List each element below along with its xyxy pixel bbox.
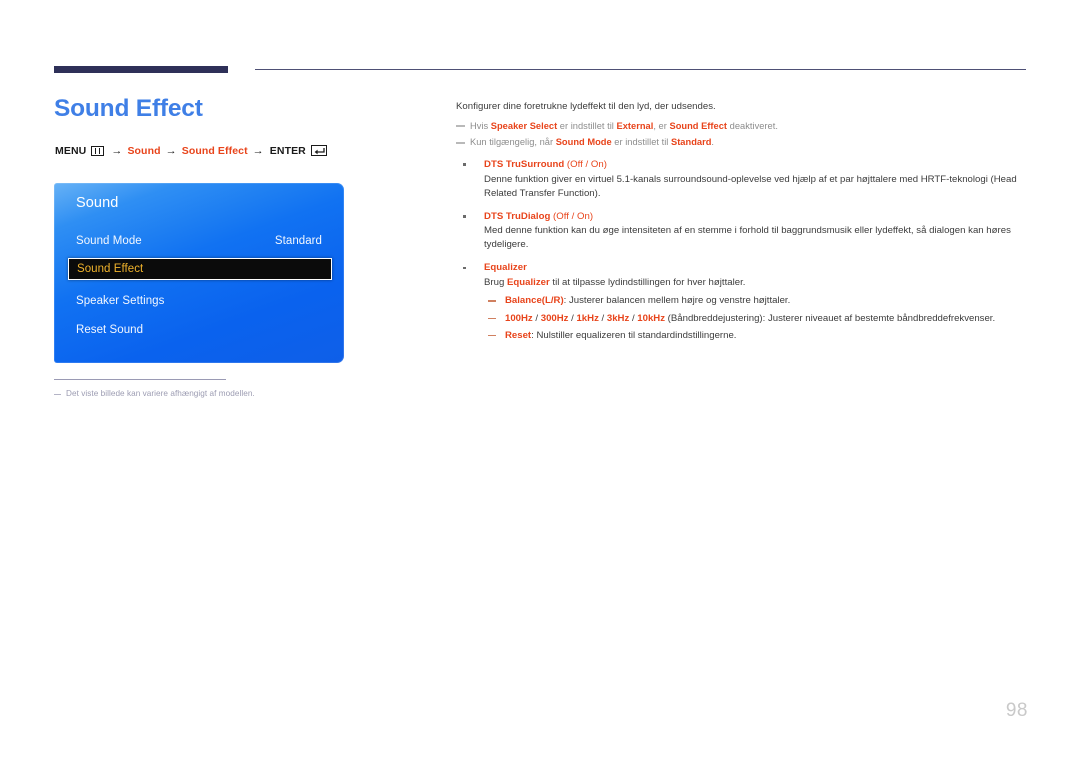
menu-path-step-sound: Sound [127,144,161,157]
left-footnote: Det viste billede kan variere afhængigt … [54,389,394,398]
note-text: Kun tilgængelig, når Sound Mode er indst… [470,136,714,149]
body-text-run: (Båndbreddejustering): Justerer niveauet… [665,312,996,324]
left-note-divider [54,379,226,380]
emphasis-term: Sound Effect [669,120,728,131]
emphasis-term: Speaker Select [490,120,558,131]
osd-item-reset-sound[interactable]: Reset Sound [76,319,322,341]
feature-description: Denne funktion giver en virtuel 5.1-kana… [484,173,1030,201]
note-dash-icon [456,125,465,128]
body-text-run: er indstillet til [557,120,617,131]
feature-name: Equalizer [484,262,527,274]
body-text-run: Hvis [470,120,491,131]
feature-name: DTS TruSurround [484,158,565,170]
body-text-run: Denne funktion giver en virtuel 5.1-kana… [484,173,1017,199]
header-rule-thin [255,69,1026,71]
osd-item-sound-effect[interactable]: Sound Effect [68,258,332,280]
right-column: Konfigurer dine foretrukne lydeffekt til… [456,100,1030,352]
osd-item-label: Sound Effect [77,263,144,275]
menu-path-menu-label: MENU [55,144,87,157]
body-text-run: / [598,312,607,324]
osd-menu-screenshot: Sound Sound Mode Standard Sound Effect S… [54,183,344,363]
osd-item-label: Reset Sound [76,324,144,336]
emphasis-term: 300Hz [540,312,569,324]
subitem-dash-icon [488,334,496,337]
feature-subitem: Reset: Nulstiller equalizeren til standa… [484,329,1030,343]
menu-grid-icon [91,145,105,156]
availability-note: Hvis Speaker Select er indstillet til Ex… [456,120,1030,133]
subitem-text: 100Hz / 300Hz / 1kHz / 3kHz / 10kHz (Bån… [505,313,995,324]
feature-subitem: Balance(L/R): Justerer balancen mellem h… [484,294,1030,308]
feature-options: (Off / On) [550,210,594,222]
emphasis-term: Standard [670,137,712,148]
emphasis-term: 10kHz [637,312,666,324]
osd-item-speaker-settings[interactable]: Speaker Settings [76,290,322,312]
body-text-run: . [711,137,715,148]
osd-item-label: Speaker Settings [76,295,165,307]
emphasis-term: Reset [505,329,532,341]
emphasis-term: 100Hz [505,312,533,324]
body-text-run: deaktiveret. [727,120,778,131]
body-text-run: er indstillet til [611,137,671,148]
bullet-dot-icon [463,163,466,166]
emphasis-term: 3kHz [606,312,630,324]
feature-options: (Off / On) [564,158,607,170]
body-text-run: Kun tilgængelig, når [470,137,556,148]
body-text-run: , er [653,120,670,131]
emphasis-term: Equalizer [506,277,550,289]
body-text-run: Brug [484,277,507,289]
emphasis-term: Sound Mode [555,137,612,148]
feature-dts-trudialog: DTS TruDialog (Off / On) Med denne funkti… [456,210,1030,253]
footnote-dash-icon [54,394,61,396]
emphasis-term: External [616,120,654,131]
header-rules [0,0,1080,73]
bullet-dot-icon [463,266,466,270]
emphasis-term: 1kHz [576,312,599,324]
feature-heading: DTS TruDialog (Off / On) [484,210,1030,224]
feature-subitem: 100Hz / 300Hz / 1kHz / 3kHz / 10kHz (Bån… [484,312,1030,326]
feature-description: Brug Equalizer til at tilpasse lydindsti… [484,276,1030,290]
feature-bullet-list: DTS TruSurround (Off / On) Denne funktion… [456,158,1030,343]
feature-subitem-list: Balance(L/R): Justerer balancen mellem h… [484,294,1030,343]
subitem-dash-icon [488,300,496,302]
feature-heading: Equalizer [484,261,1030,275]
subitem-dash-icon [488,317,496,319]
notes-list: Hvis Speaker Select er indstillet til Ex… [456,120,1030,150]
osd-item-label: Sound Mode [76,235,142,247]
feature-dts-trusurround: DTS TruSurround (Off / On) Denne funktion… [456,158,1030,201]
feature-heading: DTS TruSurround (Off / On) [484,158,1030,172]
osd-menu-title: Sound [76,195,119,211]
body-text-run: Med denne funktion kan du øge intensitet… [484,225,1011,251]
bullet-dot-icon [463,215,466,218]
subitem-text: Balance(L/R): Justerer balancen mellem h… [505,295,790,306]
body-text-run: : Nulstiller equalizeren til standardind… [531,329,737,341]
feature-name: DTS TruDialog [484,210,551,222]
enter-return-icon [310,145,327,157]
menu-path-breadcrumb: MENU → Sound → Sound Effect → ENTER [54,145,434,157]
menu-path-arrow-1: → [111,144,123,157]
menu-path-arrow-2: → [165,144,177,157]
emphasis-term: Balance(L/R) [505,295,564,307]
menu-path-arrow-3: → [252,144,264,157]
page-number: 98 [1005,700,1028,721]
left-footnote-text: Det viste billede kan variere afhængigt … [66,389,255,398]
body-text-run: : Justerer balancen mellem højre og vens… [563,295,791,307]
page-title: Sound Effect [54,95,203,122]
intro-paragraph: Konfigurer dine foretrukne lydeffekt til… [456,101,716,112]
subitem-text: Reset: Nulstiller equalizeren til standa… [505,330,736,341]
osd-item-value: Standard [274,235,322,247]
header-rule-thick [54,66,228,73]
menu-path-enter-label: ENTER [269,144,306,157]
left-column: Sound Effect MENU → Sound → Sound Effect… [54,95,434,157]
body-text-run: / [532,312,541,324]
body-text-run: til at tilpasse lydindstillingen for hve… [549,277,746,289]
note-dash-icon [456,141,465,144]
availability-note: Kun tilgængelig, når Sound Mode er indst… [456,136,1030,149]
feature-equalizer: Equalizer Brug Equalizer til at tilpasse … [456,261,1030,343]
osd-item-sound-mode[interactable]: Sound Mode Standard [76,230,322,252]
menu-path-step-sound-effect: Sound Effect [181,144,248,157]
feature-description: Med denne funktion kan du øge intensitet… [484,224,1030,252]
note-text: Hvis Speaker Select er indstillet til Ex… [470,120,778,133]
